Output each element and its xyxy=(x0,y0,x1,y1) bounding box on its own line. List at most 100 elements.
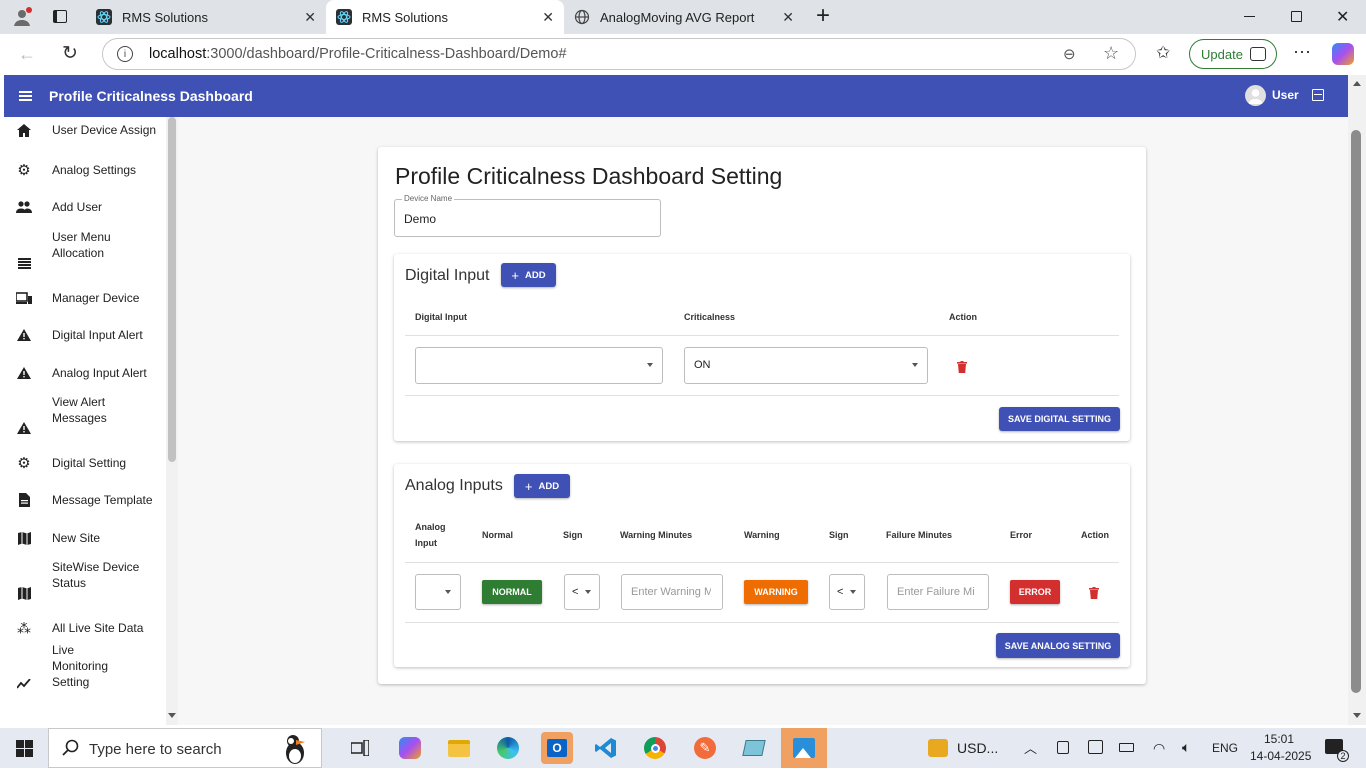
failure-minutes-input[interactable]: Enter Failure Mi xyxy=(887,574,989,610)
address-bar[interactable]: i localhost:3000/dashboard/Profile-Criti… xyxy=(102,38,1136,70)
volume-icon[interactable]: 🔈︎ xyxy=(1182,739,1190,756)
edge-browser-icon[interactable] xyxy=(492,732,524,764)
warning-button[interactable]: WARNING xyxy=(744,580,808,604)
app-page: Profile Criticalness Dashboard User User… xyxy=(4,75,1348,725)
favorite-star-icon[interactable]: ☆ xyxy=(1103,43,1119,64)
device-name-field[interactable]: Device Name Demo xyxy=(394,194,661,237)
delete-digital-row-icon[interactable] xyxy=(957,360,967,373)
analog-input-select[interactable] xyxy=(415,574,461,610)
divider xyxy=(405,622,1119,623)
globe-icon xyxy=(574,9,590,25)
home-icon xyxy=(16,122,32,138)
save-analog-setting-button[interactable]: SAVE ANALOG SETTING xyxy=(996,633,1120,658)
wifi-icon[interactable]: ◠ xyxy=(1153,740,1165,757)
add-digital-input-button[interactable]: + ADD xyxy=(501,263,556,287)
notepad-icon[interactable] xyxy=(738,732,770,764)
sidebar-item-label: All Live Site Data xyxy=(52,621,144,635)
tray-app-icon[interactable] xyxy=(1088,740,1103,754)
page-scroll-thumb[interactable] xyxy=(1351,130,1361,693)
restore-icon[interactable] xyxy=(1291,11,1302,22)
language-indicator[interactable]: ENG xyxy=(1212,741,1238,755)
add-analog-input-button[interactable]: + ADD xyxy=(514,474,570,498)
browser-tab-rms-2[interactable]: RMS Solutions ✕ xyxy=(326,0,564,34)
chart-line-icon xyxy=(16,676,32,692)
warning-label: WARNING xyxy=(754,587,798,597)
update-badge-icon xyxy=(1250,47,1266,61)
app-bar: Profile Criticalness Dashboard User xyxy=(4,75,1348,117)
digital-input-select[interactable] xyxy=(415,347,663,384)
zoom-icon[interactable]: ⊖ xyxy=(1063,45,1076,63)
digital-input-title: Digital Input xyxy=(405,267,490,284)
meet-now-icon[interactable] xyxy=(1057,741,1069,754)
page-scrollbar[interactable] xyxy=(1348,75,1366,725)
back-icon[interactable]: ← xyxy=(18,44,36,65)
delete-analog-row-icon[interactable] xyxy=(1089,586,1099,599)
weather-label[interactable]: USD... xyxy=(957,740,998,756)
battery-icon[interactable] xyxy=(1119,743,1134,752)
header-sign-1: Sign xyxy=(563,530,583,540)
browser-tab-rms-1[interactable]: RMS Solutions ✕ xyxy=(86,0,326,34)
add-label: ADD xyxy=(538,480,560,492)
chrome-icon[interactable] xyxy=(639,732,671,764)
new-tab-icon[interactable]: + xyxy=(816,4,830,28)
clock-time[interactable]: 15:01 xyxy=(1264,732,1294,746)
close-tab-icon[interactable]: ✕ xyxy=(304,9,316,26)
profile-icon[interactable] xyxy=(12,7,32,27)
taskbar-search-box[interactable]: Type here to search xyxy=(48,728,322,768)
close-window-icon[interactable]: ✕ xyxy=(1336,7,1349,27)
logout-icon[interactable] xyxy=(1312,89,1324,101)
vscode-icon[interactable] xyxy=(590,732,622,764)
copilot-icon[interactable] xyxy=(1332,43,1354,65)
copilot-app-icon[interactable] xyxy=(394,732,426,764)
postman-icon[interactable]: ✎ xyxy=(689,732,721,764)
weather-icon[interactable] xyxy=(928,739,948,757)
menu-icon[interactable] xyxy=(19,91,32,101)
react-icon xyxy=(96,9,112,25)
header-error: Error xyxy=(1010,530,1033,540)
task-view-icon[interactable] xyxy=(344,732,376,764)
chevron-down-icon xyxy=(445,590,451,594)
warning-minutes-placeholder: Enter Warning M xyxy=(631,586,711,598)
more-menu-icon[interactable]: ⋯ xyxy=(1293,42,1311,63)
scroll-up-arrow-icon[interactable] xyxy=(1353,81,1361,86)
windows-start-icon[interactable] xyxy=(16,740,33,757)
sidebar-scroll-thumb[interactable] xyxy=(168,117,176,462)
app-title: Profile Criticalness Dashboard xyxy=(49,88,253,104)
close-tab-icon[interactable]: ✕ xyxy=(542,9,554,26)
tab-actions-icon[interactable] xyxy=(53,10,67,23)
burst-icon: ⁂ xyxy=(17,619,31,636)
user-label[interactable]: User xyxy=(1272,88,1299,102)
header-warning: Warning xyxy=(744,530,780,540)
minimize-icon[interactable] xyxy=(1244,16,1255,17)
divider xyxy=(405,395,1119,396)
sign-select-1[interactable]: < xyxy=(564,574,600,610)
sign-select-2[interactable]: < xyxy=(829,574,865,610)
reload-icon[interactable]: ↻ xyxy=(62,42,78,65)
user-avatar-icon[interactable] xyxy=(1245,85,1266,106)
photos-icon[interactable] xyxy=(781,728,827,768)
favorites-icon[interactable]: ✩ xyxy=(1156,43,1170,63)
update-button[interactable]: Update xyxy=(1189,39,1277,69)
file-explorer-icon[interactable] xyxy=(443,732,475,764)
chevron-up-icon[interactable]: ︿ xyxy=(1024,738,1037,757)
criticalness-select[interactable]: ON xyxy=(684,347,928,384)
header-failure-minutes: Failure Minutes xyxy=(886,530,953,540)
scroll-down-arrow-icon[interactable] xyxy=(168,713,176,718)
site-info-icon[interactable]: i xyxy=(117,46,133,62)
close-tab-icon[interactable]: ✕ xyxy=(782,9,794,26)
scroll-down-arrow-icon[interactable] xyxy=(1353,713,1361,718)
outlook-icon[interactable]: O xyxy=(541,732,573,764)
normal-button[interactable]: NORMAL xyxy=(482,580,542,604)
sidebar-item-label: Analog Settings xyxy=(52,163,137,177)
sidebar-scrollbar[interactable] xyxy=(166,117,178,725)
browser-tab-analog-report[interactable]: AnalogMoving AVG Report ✕ xyxy=(564,0,804,34)
header-warning-minutes: Warning Minutes xyxy=(620,530,693,540)
clock-date[interactable]: 14-04-2025 xyxy=(1250,749,1311,763)
analog-inputs-section: Analog Inputs + ADD Analog Input Normal … xyxy=(394,464,1130,667)
warning-icon xyxy=(16,365,32,381)
add-label: ADD xyxy=(525,269,546,281)
warning-minutes-input[interactable]: Enter Warning M xyxy=(621,574,723,610)
save-digital-setting-button[interactable]: SAVE DIGITAL SETTING xyxy=(999,407,1120,431)
error-button[interactable]: ERROR xyxy=(1010,580,1060,604)
url-text[interactable]: localhost:3000/dashboard/Profile-Critica… xyxy=(149,46,567,62)
